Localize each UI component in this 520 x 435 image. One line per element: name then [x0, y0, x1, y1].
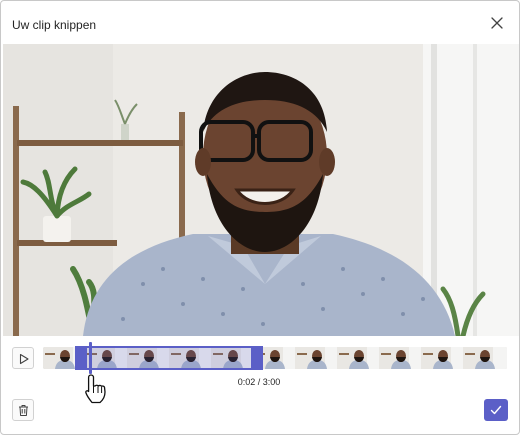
- play-icon: [19, 353, 29, 365]
- trim-clip-dialog: Uw clip knippen 0:02 / 3:00: [0, 0, 520, 435]
- time-readout: 0:02 / 3:00: [237, 377, 281, 387]
- trim-start-handle[interactable]: [75, 346, 87, 370]
- video-preview: [3, 44, 519, 336]
- timeline-thumbnail: [295, 347, 340, 369]
- close-icon: [491, 17, 503, 29]
- play-button[interactable]: [12, 347, 34, 369]
- dialog-title: Uw clip knippen: [12, 18, 97, 32]
- delete-button[interactable]: [12, 399, 34, 421]
- timeline-thumbnail: [337, 347, 382, 369]
- timeline-thumbnail: [463, 347, 507, 369]
- trash-icon: [19, 405, 28, 416]
- hand-cursor-icon: [85, 374, 106, 404]
- checkmark-icon: [490, 405, 502, 415]
- playhead-marker[interactable]: [89, 342, 92, 374]
- confirm-button[interactable]: [484, 399, 508, 421]
- close-button[interactable]: [488, 14, 506, 32]
- trim-end-handle[interactable]: [251, 346, 263, 370]
- video-frame-image: [3, 44, 519, 336]
- trim-selection-range[interactable]: [75, 346, 263, 370]
- timeline-thumbnail: [421, 347, 466, 369]
- timeline-thumbnail: [379, 347, 424, 369]
